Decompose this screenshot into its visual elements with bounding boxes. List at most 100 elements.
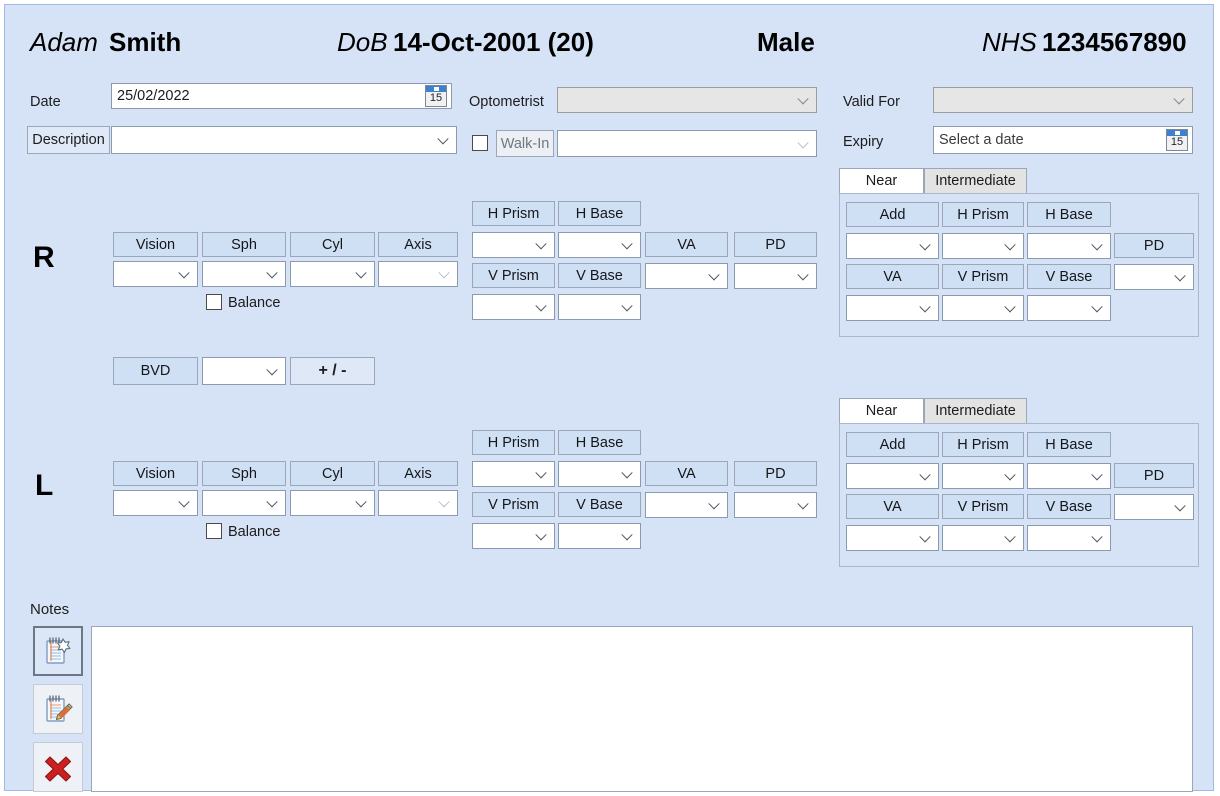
pd-select-near-left[interactable]: [1114, 494, 1194, 520]
cyl-select-right[interactable]: [290, 261, 375, 287]
header-pd-near-left: PD: [1114, 463, 1194, 488]
header-sph-left: Sph: [202, 461, 286, 486]
balance-label-right: Balance: [228, 295, 281, 311]
eye-label-right: R: [33, 241, 55, 274]
header-va-right: VA: [645, 232, 728, 257]
axis-select-left[interactable]: [378, 490, 458, 516]
header-va-near-right: VA: [846, 264, 939, 289]
balance-label-left: Balance: [228, 524, 281, 540]
note-edit-icon: [46, 695, 73, 722]
note-delete-button[interactable]: [33, 742, 83, 792]
walkin-button[interactable]: Walk-In: [496, 130, 554, 157]
header-v-prism-near-right: V Prism: [942, 264, 1024, 289]
near-panel-right: Add H Prism H Base PD VA V Prism V Base: [839, 193, 1199, 337]
header-h-base-near-left: H Base: [1027, 432, 1111, 457]
balance-checkbox-right[interactable]: [206, 294, 222, 310]
walkin-select[interactable]: [557, 130, 817, 157]
dob-label: DoB: [337, 27, 388, 57]
v-prism-select-right[interactable]: [472, 294, 555, 320]
header-pd-near-right: PD: [1114, 233, 1194, 258]
valid-for-select[interactable]: [933, 87, 1193, 113]
expiry-label: Expiry: [843, 134, 884, 150]
h-prism-select-near-right[interactable]: [942, 233, 1024, 259]
pd-select-near-right[interactable]: [1114, 264, 1194, 290]
v-base-select-near-right[interactable]: [1027, 295, 1111, 321]
dob-value: 14-Oct-2001 (20): [393, 27, 594, 57]
header-cyl-right: Cyl: [290, 232, 375, 257]
h-prism-select-left[interactable]: [472, 461, 555, 487]
note-add-button[interactable]: [33, 626, 83, 676]
v-prism-select-near-right[interactable]: [942, 295, 1024, 321]
eye-label-left: L: [35, 469, 54, 502]
tab-near-right[interactable]: Near: [839, 168, 924, 193]
description-select[interactable]: [111, 126, 457, 154]
v-prism-select-left[interactable]: [472, 523, 555, 549]
prescription-form: Adam Smith DoB 14-Oct-2001 (20) Male NHS…: [4, 4, 1214, 792]
va-select-near-left[interactable]: [846, 525, 939, 551]
pd-select-left[interactable]: [734, 492, 817, 518]
axis-select-right[interactable]: [378, 261, 458, 287]
header-pd-right: PD: [734, 232, 817, 257]
header-add-near-left: Add: [846, 432, 939, 457]
description-label[interactable]: Description: [27, 126, 110, 154]
sign-toggle-button[interactable]: + / -: [290, 357, 375, 385]
va-select-near-right[interactable]: [846, 295, 939, 321]
v-prism-select-near-left[interactable]: [942, 525, 1024, 551]
date-input[interactable]: 25/02/2022: [111, 83, 452, 109]
header-v-prism-right: V Prism: [472, 263, 555, 288]
cyl-select-left[interactable]: [290, 490, 375, 516]
patient-sex: Male: [757, 27, 815, 57]
notes-textarea[interactable]: [91, 626, 1193, 792]
header-h-base-left: H Base: [558, 430, 641, 455]
h-base-select-right[interactable]: [558, 232, 641, 258]
header-v-prism-left: V Prism: [472, 492, 555, 517]
header-h-prism-left: H Prism: [472, 430, 555, 455]
patient-last-name: Smith: [109, 27, 182, 57]
date-label: Date: [30, 94, 61, 110]
header-cyl-left: Cyl: [290, 461, 375, 486]
h-base-select-left[interactable]: [558, 461, 641, 487]
nhs-label: NHS: [982, 27, 1037, 57]
vision-select-right[interactable]: [113, 261, 198, 287]
header-h-prism-right: H Prism: [472, 201, 555, 226]
calendar-icon[interactable]: 15: [425, 85, 447, 107]
va-select-right[interactable]: [645, 263, 728, 289]
header-va-near-left: VA: [846, 494, 939, 519]
note-edit-button[interactable]: [33, 684, 83, 734]
vision-select-left[interactable]: [113, 490, 198, 516]
h-base-select-near-left[interactable]: [1027, 463, 1111, 489]
sph-select-right[interactable]: [202, 261, 286, 287]
tab-intermediate-right[interactable]: Intermediate: [924, 168, 1027, 193]
header-va-left: VA: [645, 461, 728, 486]
tab-intermediate-left[interactable]: Intermediate: [924, 398, 1027, 423]
header-v-base-right: V Base: [558, 263, 641, 288]
optometrist-select[interactable]: [557, 87, 817, 113]
v-base-select-right[interactable]: [558, 294, 641, 320]
header-v-prism-near-left: V Prism: [942, 494, 1024, 519]
calendar-day-label: 15: [429, 92, 443, 104]
tab-near-left[interactable]: Near: [839, 398, 924, 423]
v-base-select-left[interactable]: [558, 523, 641, 549]
v-base-select-near-left[interactable]: [1027, 525, 1111, 551]
add-select-near-right[interactable]: [846, 233, 939, 259]
tabstrip-left: Near Intermediate: [839, 398, 1199, 423]
h-prism-select-near-left[interactable]: [942, 463, 1024, 489]
va-select-left[interactable]: [645, 492, 728, 518]
h-prism-select-right[interactable]: [472, 232, 555, 258]
expiry-calendar-icon[interactable]: 15: [1166, 129, 1188, 151]
balance-checkbox-left[interactable]: [206, 523, 222, 539]
walkin-checkbox[interactable]: [472, 135, 488, 151]
bvd-select[interactable]: [202, 357, 286, 385]
header-v-base-left: V Base: [558, 492, 641, 517]
sph-select-left[interactable]: [202, 490, 286, 516]
header-vision-left: Vision: [113, 461, 198, 486]
patient-first-name: Adam: [30, 27, 98, 57]
optometrist-label: Optometrist: [469, 94, 544, 110]
pd-select-right[interactable]: [734, 263, 817, 289]
expiry-input[interactable]: Select a date: [933, 126, 1193, 154]
h-base-select-near-right[interactable]: [1027, 233, 1111, 259]
add-select-near-left[interactable]: [846, 463, 939, 489]
header-vision-right: Vision: [113, 232, 198, 257]
header-h-base-right: H Base: [558, 201, 641, 226]
header-h-prism-near-right: H Prism: [942, 202, 1024, 227]
